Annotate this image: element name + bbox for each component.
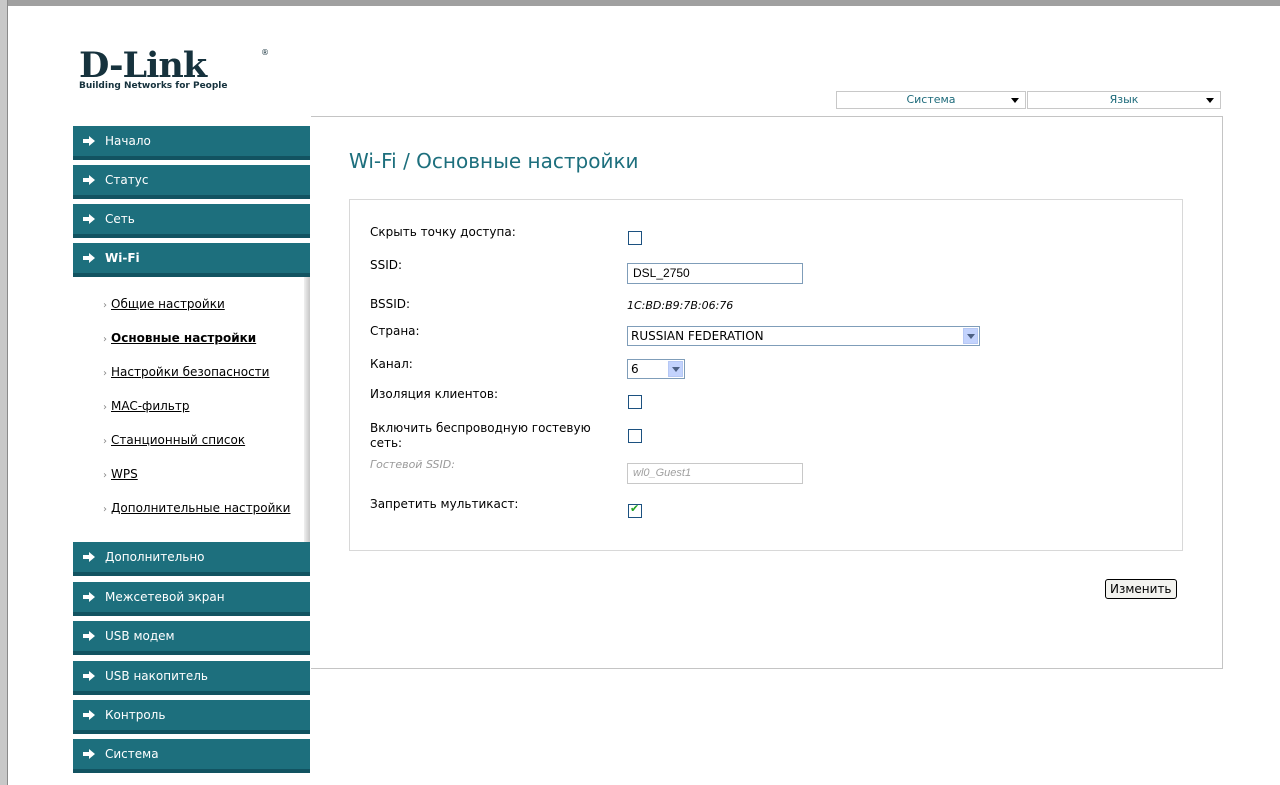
sidebar-item-label: Сеть bbox=[105, 212, 135, 226]
submenu-item-wps[interactable]: › WPS bbox=[103, 467, 138, 481]
guest-ssid-input bbox=[627, 463, 803, 484]
bullet-icon: › bbox=[103, 436, 107, 447]
page-title: Wi-Fi / Основные настройки bbox=[349, 149, 639, 173]
submenu-item-label: MAC-фильтр bbox=[111, 399, 190, 413]
arrow-right-icon bbox=[83, 253, 95, 263]
arrow-right-icon bbox=[83, 631, 95, 641]
wifi-submenu: › Общие настройки › Основные настройки › На… bbox=[73, 277, 310, 557]
hide-ap-checkbox[interactable] bbox=[628, 231, 642, 245]
sidebar-item-label: Межсетевой экран bbox=[105, 590, 225, 604]
ssid-label: SSID: bbox=[370, 258, 403, 272]
sidebar-item-usb-storage[interactable]: USB накопитель bbox=[73, 661, 310, 695]
system-menu-dropdown[interactable]: Система bbox=[836, 91, 1026, 109]
sidebar-item-network[interactable]: Сеть bbox=[73, 204, 310, 238]
submenu-edge bbox=[304, 277, 310, 557]
submenu-item-label: Общие настройки bbox=[111, 297, 225, 311]
guest-network-label-line2: сеть: bbox=[370, 436, 403, 450]
language-menu-dropdown[interactable]: Язык bbox=[1027, 91, 1221, 109]
content-area: Wi-Fi / Основные настройки Скрыть точку … bbox=[311, 116, 1223, 669]
country-label: Страна: bbox=[370, 324, 420, 338]
arrow-right-icon bbox=[83, 175, 95, 185]
language-menu-label: Язык bbox=[1109, 93, 1139, 106]
chevron-down-icon bbox=[668, 361, 683, 377]
submenu-item-label: WPS bbox=[111, 467, 138, 481]
arrow-right-icon bbox=[83, 136, 95, 146]
disable-multicast-checkbox[interactable] bbox=[628, 502, 642, 518]
submenu-item-label: Основные настройки bbox=[111, 331, 257, 345]
sidebar-item-start[interactable]: Начало bbox=[73, 126, 310, 160]
channel-select-value: 6 bbox=[631, 362, 639, 376]
channel-label: Канал: bbox=[370, 357, 413, 371]
guest-network-label: Включить беспроводную гостевую сеть: bbox=[370, 421, 591, 451]
sidebar-item-label: Wi-Fi bbox=[105, 251, 140, 265]
sidebar-item-label: Контроль bbox=[105, 708, 166, 722]
bullet-icon: › bbox=[103, 504, 107, 515]
submenu-item-basic[interactable]: › Основные настройки bbox=[103, 331, 256, 345]
chevron-down-icon bbox=[1011, 98, 1019, 103]
submenu-item-general[interactable]: › Общие настройки bbox=[103, 297, 225, 311]
arrow-right-icon bbox=[83, 552, 95, 562]
system-menu-label: Система bbox=[906, 93, 956, 106]
submenu-item-advanced[interactable]: › Дополнительные настройки bbox=[103, 501, 290, 515]
bullet-icon: › bbox=[103, 402, 107, 413]
bullet-icon: › bbox=[103, 300, 107, 311]
submenu-item-label: Настройки безопасности bbox=[111, 365, 270, 379]
arrow-right-icon bbox=[83, 592, 95, 602]
country-select-value: RUSSIAN FEDERATION bbox=[631, 329, 764, 343]
arrow-right-icon bbox=[83, 671, 95, 681]
guest-network-label-line1: Включить беспроводную гостевую bbox=[370, 421, 591, 435]
window-frame-top bbox=[0, 0, 1280, 6]
submenu-item-label: Дополнительные настройки bbox=[111, 501, 291, 515]
sidebar-item-label: Система bbox=[105, 747, 159, 761]
sidebar-item-label: Начало bbox=[105, 134, 151, 148]
apply-button[interactable]: Изменить bbox=[1105, 579, 1177, 599]
sidebar-item-label: USB модем bbox=[105, 629, 175, 643]
sidebar-item-control[interactable]: Контроль bbox=[73, 700, 310, 734]
sidebar-item-usb-modem[interactable]: USB модем bbox=[73, 621, 310, 655]
sidebar-item-label: USB накопитель bbox=[105, 669, 208, 683]
logo-brand: D-Link bbox=[79, 45, 207, 86]
multicast-label: Запретить мультикаст: bbox=[370, 497, 519, 511]
bullet-icon: › bbox=[103, 368, 107, 379]
settings-panel: Скрыть точку доступа: SSID: BSSID: 1C:BD… bbox=[349, 199, 1183, 551]
window-frame-left bbox=[0, 0, 8, 785]
bullet-icon: › bbox=[103, 470, 107, 481]
bssid-label: BSSID: bbox=[370, 297, 411, 311]
ssid-input[interactable] bbox=[627, 263, 803, 284]
sidebar-item-label: Статус bbox=[105, 173, 149, 187]
chevron-down-icon bbox=[1206, 98, 1214, 103]
chevron-down-icon bbox=[963, 328, 978, 344]
submenu-item-label: Станционный список bbox=[111, 433, 246, 447]
logo-tagline: Building Networks for People bbox=[79, 81, 228, 91]
arrow-right-icon bbox=[83, 214, 95, 224]
arrow-right-icon bbox=[83, 710, 95, 720]
sidebar-item-status[interactable]: Статус bbox=[73, 165, 310, 199]
logo-trademark: ® bbox=[261, 48, 269, 57]
guest-network-checkbox[interactable] bbox=[628, 429, 642, 443]
hide-ap-label: Скрыть точку доступа: bbox=[370, 225, 516, 239]
country-select[interactable]: RUSSIAN FEDERATION bbox=[627, 326, 980, 346]
sidebar-item-label: Дополнительно bbox=[105, 550, 205, 564]
channel-select[interactable]: 6 bbox=[627, 359, 685, 379]
bullet-icon: › bbox=[103, 334, 107, 345]
submenu-item-station-list[interactable]: › Станционный список bbox=[103, 433, 245, 447]
sidebar-item-wifi[interactable]: Wi-Fi bbox=[73, 243, 310, 277]
isolation-label: Изоляция клиентов: bbox=[370, 387, 498, 401]
sidebar-item-additional[interactable]: Дополнительно bbox=[73, 542, 310, 576]
client-isolation-checkbox[interactable] bbox=[628, 395, 642, 409]
sidebar-item-firewall[interactable]: Межсетевой экран bbox=[73, 582, 310, 616]
dlink-logo: D-Link ® Building Networks for People bbox=[79, 45, 269, 91]
submenu-item-security[interactable]: › Настройки безопасности bbox=[103, 365, 269, 379]
sidebar-item-system[interactable]: Система bbox=[73, 739, 310, 773]
submenu-item-mac-filter[interactable]: › MAC-фильтр bbox=[103, 399, 189, 413]
guest-ssid-label: Гостевой SSID: bbox=[370, 458, 455, 471]
bssid-value: 1C:BD:B9:7B:06:76 bbox=[627, 299, 734, 312]
arrow-right-icon bbox=[83, 749, 95, 759]
